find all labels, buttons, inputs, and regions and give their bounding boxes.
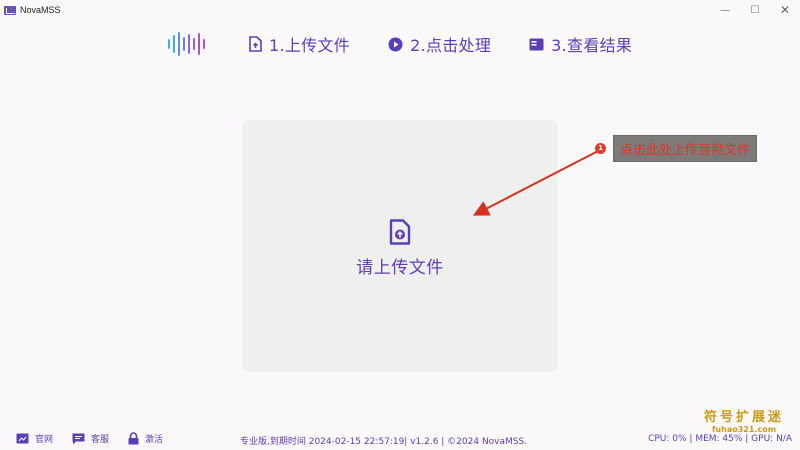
tab-view-result[interactable]: 3.查看结果: [529, 32, 632, 56]
window-controls: — ☐ ✕: [710, 0, 800, 20]
watermark-url: fuhao321.com: [711, 425, 777, 434]
annotation-number-badge: 1: [595, 142, 606, 154]
play-circle-icon: [388, 37, 403, 51]
tab-process-label: 2.点击处理: [410, 36, 492, 55]
step-navigation: 1.上传文件 2.点击处理 3.查看结果: [168, 31, 670, 57]
support-link-label: 客服: [91, 435, 110, 445]
upload-drop-zone[interactable]: 请上传文件: [242, 120, 558, 372]
title-bar: NovaMSS — ☐ ✕: [0, 0, 800, 20]
license-version-text: 专业版,到期时间 2024-02-15 22:57:19| v1.2.6 | ©…: [240, 437, 528, 447]
close-button[interactable]: ✕: [770, 0, 800, 20]
upload-file-icon: [249, 36, 262, 52]
watermark: 符号扩展迷 fuhao321.com: [694, 410, 794, 435]
system-stats-text: CPU: 0% | MEM: 45% | GPU: N/A: [648, 434, 792, 444]
lock-icon: [128, 432, 139, 445]
website-link-label: 官网: [35, 435, 54, 445]
result-card-icon: [529, 38, 544, 50]
maximize-button[interactable]: ☐: [740, 0, 770, 20]
activate-link[interactable]: 激活: [128, 432, 163, 445]
file-upload-icon: [389, 218, 411, 245]
activate-link-label: 激活: [145, 435, 164, 445]
minimize-button[interactable]: —: [710, 0, 740, 20]
support-link[interactable]: 客服: [72, 432, 109, 445]
tab-view-result-label: 3.查看结果: [551, 36, 633, 55]
window-title: NovaMSS: [20, 5, 61, 15]
waveform-icon: [168, 31, 208, 57]
tab-upload-file-label: 1.上传文件: [269, 36, 351, 55]
status-footer: 官网 客服 激活 专业版,到期时间 2024-02-15 22:57:19| v…: [0, 428, 800, 450]
chat-icon: [72, 433, 85, 444]
tab-upload-file[interactable]: 1.上传文件: [248, 32, 350, 56]
website-link[interactable]: 官网: [16, 432, 53, 445]
app-logo-icon: [4, 5, 16, 15]
tab-process[interactable]: 2.点击处理: [388, 32, 491, 56]
annotation-callout: 1 点击此处上传音频文件: [595, 134, 758, 162]
website-icon: [16, 433, 29, 444]
upload-prompt-label: 请上传文件: [356, 257, 444, 278]
annotation-text: 点击此处上传音频文件: [613, 134, 758, 162]
watermark-title: 符号扩展迷: [703, 410, 784, 425]
